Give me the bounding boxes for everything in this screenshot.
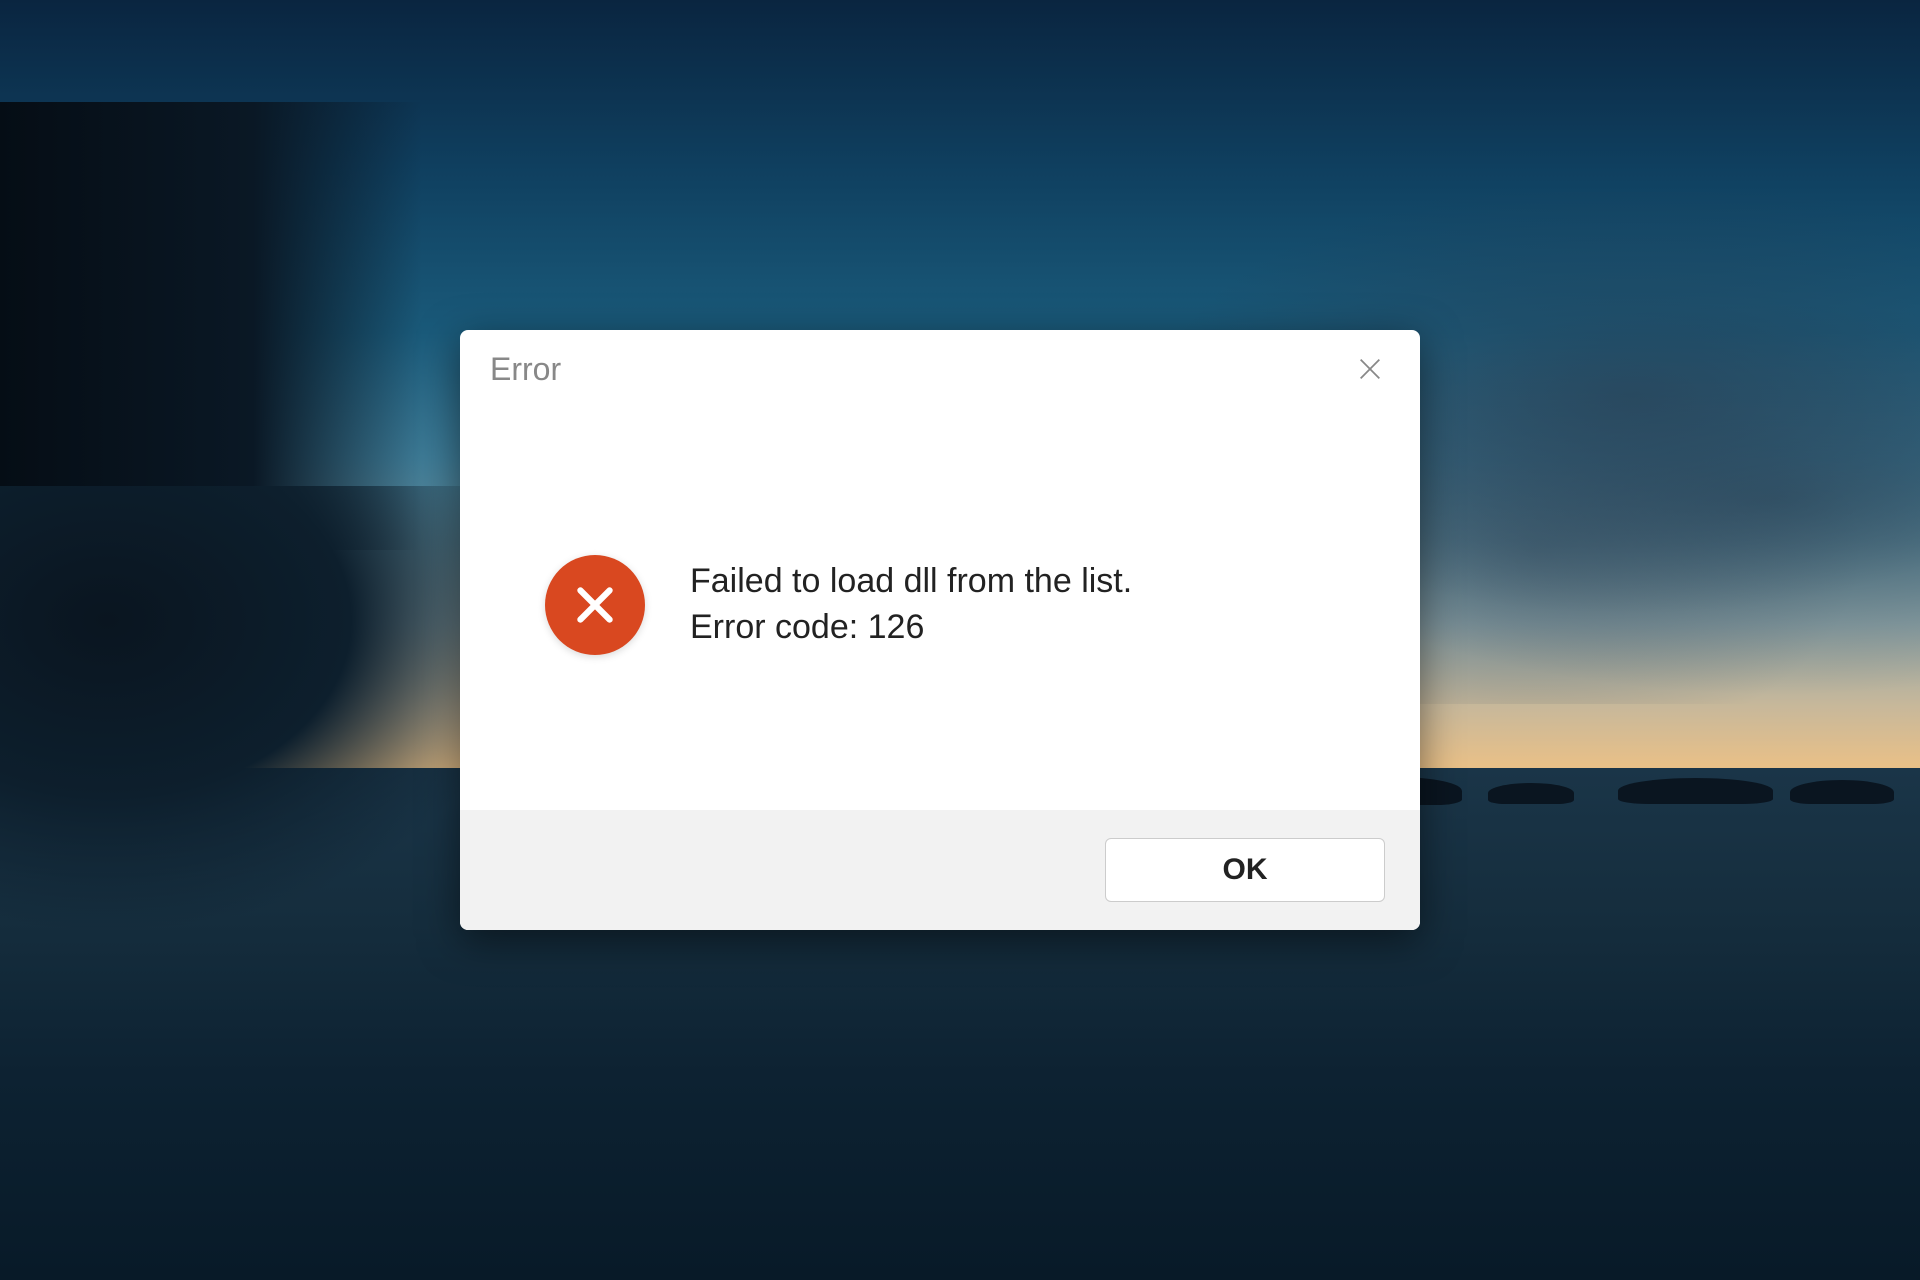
dialog-body: Failed to load dll from the list. Error … xyxy=(460,400,1420,810)
dialog-titlebar[interactable]: Error xyxy=(460,330,1420,400)
error-icon xyxy=(545,555,645,655)
dialog-title: Error xyxy=(490,351,561,388)
dialog-footer: OK xyxy=(460,810,1420,930)
error-message: Failed to load dll from the list. Error … xyxy=(690,559,1132,651)
error-message-line1: Failed to load dll from the list. xyxy=(690,559,1132,605)
wallpaper-rocks xyxy=(0,486,538,934)
close-button[interactable] xyxy=(1350,349,1390,389)
ok-button[interactable]: OK xyxy=(1105,838,1385,902)
error-icon-wrapper xyxy=(540,550,650,660)
close-icon xyxy=(1356,355,1384,383)
x-icon xyxy=(570,580,620,630)
error-dialog: Error Failed to load dll from the list. … xyxy=(460,330,1420,930)
error-message-line2: Error code: 126 xyxy=(690,605,1132,651)
wallpaper-building xyxy=(0,102,422,550)
